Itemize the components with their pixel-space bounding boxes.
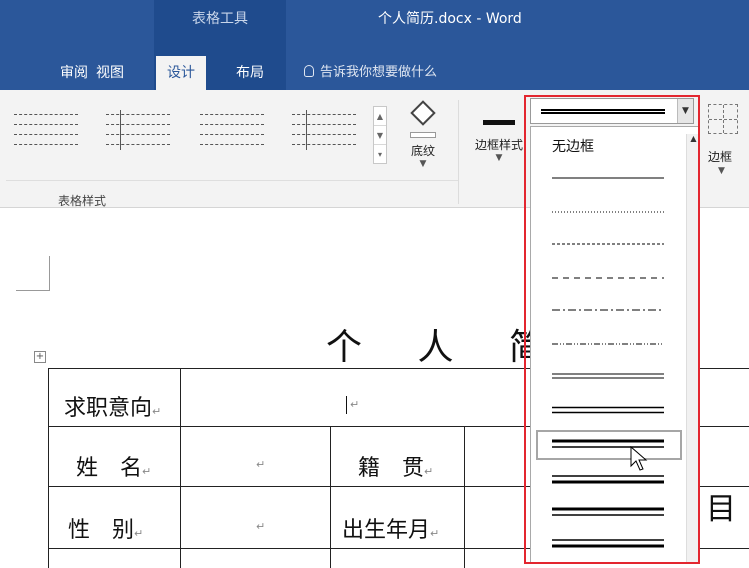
table-style-thumbnail[interactable] (106, 108, 170, 152)
border-option-double-medium[interactable] (552, 404, 664, 416)
tab-layout[interactable]: 布局 (226, 56, 274, 90)
tab-design[interactable]: 设计 (156, 56, 206, 90)
table-move-handle-icon[interactable]: + (34, 351, 46, 363)
context-group-title: 表格工具 (192, 11, 248, 27)
partial-heading-char: 目 (706, 492, 736, 527)
paragraph-mark: ↵ (142, 465, 152, 478)
border-option-thin-thick[interactable] (552, 474, 664, 486)
border-option-dashed-fine[interactable] (552, 238, 664, 250)
chevron-down-icon: ▼ (495, 153, 503, 163)
border-style-select[interactable]: ▼ (530, 98, 694, 124)
table-style-thumbnail[interactable] (292, 108, 356, 152)
chevron-down-icon: ▼ (419, 159, 427, 169)
chevron-down-icon: ▼ (718, 166, 725, 176)
border-option-thick-thin-medium[interactable] (552, 506, 664, 518)
cell-label: 求职意向 (64, 396, 153, 421)
scroll-up-icon[interactable]: ▲ (374, 107, 386, 126)
border-style-icon (477, 104, 521, 136)
paragraph-mark: ↵ (134, 527, 144, 540)
borders-label: 边框 (708, 150, 733, 164)
border-option-double[interactable] (552, 370, 664, 382)
border-option-thick-thin-highlighted[interactable] (536, 430, 682, 460)
paragraph-mark: ↵ (430, 527, 440, 540)
scroll-up-icon[interactable]: ▲ (687, 134, 700, 143)
border-option-thin-thick-thin[interactable] (552, 538, 664, 550)
border-option-dash-dot[interactable] (552, 304, 664, 316)
no-border-option[interactable]: 无边框 (552, 136, 594, 156)
tell-me-text: 告诉我你想要做什么 (320, 65, 438, 80)
paragraph-mark: ↵ (256, 458, 266, 471)
scroll-down-icon[interactable]: ▼ (374, 126, 386, 145)
table-cell[interactable]: 求职意向↵ (64, 390, 161, 422)
shading-label: 底纹 (410, 144, 435, 158)
cell-label: 性 别 (68, 518, 135, 543)
cell-label: 姓 名 (76, 456, 143, 481)
chevron-down-icon[interactable]: ▼ (677, 99, 693, 123)
table-cell[interactable]: 籍 贯↵ (358, 450, 433, 482)
document-title: 个人简历.docx - Word (378, 11, 522, 27)
mouse-pointer-icon (630, 446, 648, 471)
margin-marker (49, 256, 50, 290)
paragraph-mark: ↵ (350, 398, 360, 411)
table-styles-group-label: 表格样式 (58, 194, 107, 208)
paragraph-mark: ↵ (424, 465, 434, 478)
table-cell[interactable]: 性 别↵ (68, 512, 143, 544)
border-option-dotted[interactable] (552, 206, 664, 218)
border-styles-label: 边框样式 (474, 138, 523, 152)
cell-label: 籍 贯 (358, 456, 425, 481)
margin-marker (16, 290, 50, 291)
text-cursor (346, 396, 347, 414)
gallery-more-icon[interactable]: ▾ (374, 145, 386, 164)
selected-border-preview (541, 109, 665, 114)
border-option-dashed[interactable] (552, 272, 664, 284)
table-cell[interactable]: 姓 名↵ (76, 450, 151, 482)
paragraph-mark: ↵ (256, 520, 266, 533)
paragraph-mark: ↵ (152, 405, 162, 418)
shading-button[interactable]: 底纹 ▼ (396, 100, 450, 182)
cell-label: 出生年月 (342, 518, 431, 543)
tell-me-search[interactable]: 告诉我你想要做什么 (304, 56, 437, 90)
borders-grid-icon (708, 104, 738, 134)
border-styles-button[interactable]: 边框样式 ▼ (462, 104, 536, 184)
group-divider (6, 180, 458, 181)
lightbulb-icon (304, 65, 314, 77)
table-style-thumbnail[interactable] (14, 108, 78, 152)
table-cell[interactable]: 出生年月↵ (342, 512, 439, 544)
paint-bucket-icon (408, 100, 438, 142)
dropdown-scrollbar[interactable]: ▲ (686, 134, 700, 564)
border-option-dash-dot-dot[interactable] (552, 338, 664, 350)
borders-button[interactable]: 边框 ▼ (700, 104, 749, 184)
table-style-thumbnail[interactable] (200, 108, 264, 152)
border-option-solid-thin[interactable] (552, 172, 664, 184)
style-gallery-scroll[interactable]: ▲ ▼ ▾ (373, 106, 387, 164)
group-divider (458, 100, 459, 204)
tab-view[interactable]: 视图 (86, 56, 134, 90)
